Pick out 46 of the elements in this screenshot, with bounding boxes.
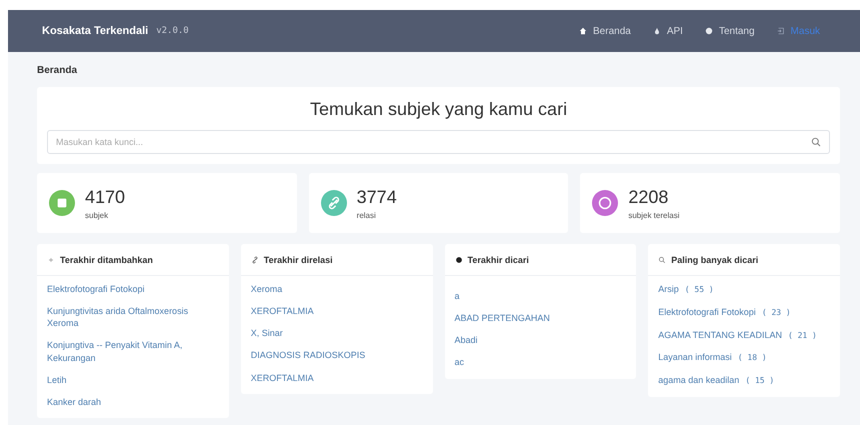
stat-value: 3774 (356, 186, 397, 208)
subject-link[interactable]: XEROFTALMIA (250, 305, 422, 318)
subject-link[interactable]: DIAGNOSIS RADIOSKOPIS (250, 349, 422, 362)
search-field[interactable]: Masukan kata kunci... (47, 130, 830, 154)
dot-icon (454, 256, 462, 264)
stat-label: relasi (356, 210, 377, 220)
list-title: Terakhir dicari (468, 254, 529, 264)
subject-link[interactable]: Layanan informasi ( 18 ) (658, 351, 830, 364)
subject-link[interactable]: X, Sinar (250, 327, 422, 340)
stat-value: 4170 (85, 186, 126, 208)
nav-link[interactable]: Beranda (579, 26, 631, 36)
search-icon (658, 256, 666, 264)
subject-link[interactable]: Letih (47, 374, 219, 386)
login-icon (776, 27, 785, 35)
plus-icon (47, 256, 55, 264)
subject-link[interactable]: agama dan keadilan ( 15 ) (658, 374, 830, 387)
subject-link[interactable]: AGAMA TENTANG KEADILAN ( 21 ) (658, 328, 830, 342)
house-icon (579, 27, 588, 35)
subject-link[interactable]: Kanker darah (47, 396, 219, 408)
drop-icon (652, 27, 661, 35)
link-icon (250, 256, 259, 264)
subject-link[interactable]: Arsip ( 55 ) (658, 283, 830, 296)
breadcrumb: Beranda (37, 64, 78, 78)
list-title: Terakhir ditambahkan (60, 254, 153, 264)
subject-link[interactable]: Abadi (454, 334, 626, 346)
subject-link[interactable]: Konjungtiva -- Penyakit Vitamin A, Kekurangan (47, 339, 219, 364)
circle-icon (704, 27, 713, 35)
subject-link[interactable]: ABAD PERTENGAHAN (454, 312, 626, 324)
subject-link[interactable]: Xeroma (250, 283, 422, 296)
stat-label: subjek terelasi (628, 210, 680, 220)
subject-link[interactable]: a (454, 290, 626, 302)
nav-link[interactable]: Tentang (704, 26, 755, 36)
subject-link[interactable]: Elektrofotografi Fotokopi (47, 283, 219, 296)
brand-name: Kosakata Terkendali (42, 25, 148, 37)
list-title: Paling banyak dicari (671, 254, 758, 264)
subject-link[interactable]: Elektrofotografi Fotokopi ( 23 ) (658, 306, 830, 319)
list-title: Terakhir direlasi (264, 254, 333, 264)
subject-link[interactable]: XEROFTALMIA (250, 372, 422, 384)
subject-link[interactable]: Kunjungtivitas arida Oftalmoxerosis Xeroma (47, 305, 219, 330)
search-title: Temukan subjek yang kamu cari (310, 99, 568, 120)
stat-value: 2208 (628, 186, 670, 208)
nav-link[interactable]: API (652, 26, 683, 36)
stat-label: subjek (85, 210, 110, 220)
version-label: v2.0.0 (156, 26, 189, 36)
subject-link[interactable]: ac (454, 356, 626, 369)
search-icon (811, 137, 821, 147)
